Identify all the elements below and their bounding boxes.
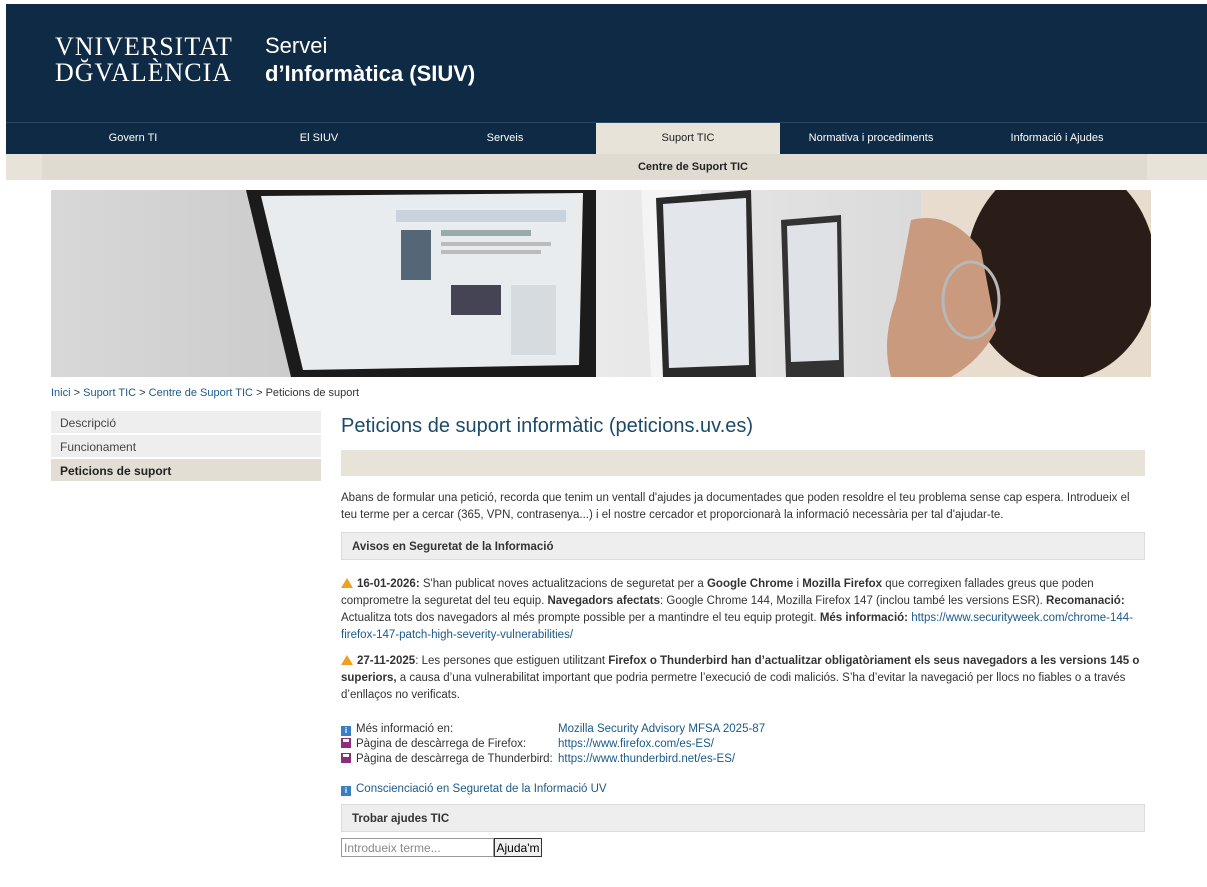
help-search-form: Ajuda'm (341, 838, 1145, 857)
link-row: Pàgina de descàrrega de Firefox: https:/… (341, 737, 1145, 752)
sidebar-item-descripcio[interactable]: Descripció (51, 411, 321, 435)
intro-text: Abans de formular una petició, recorda q… (341, 492, 1130, 521)
find-help-heading: Trobar ajudes TIC (341, 804, 1145, 832)
service-title-line-2: d’Informàtica (SIUV) (265, 61, 476, 86)
nav-item-normativa[interactable]: Normativa i procediments (780, 123, 962, 154)
breadcrumb-link-inici[interactable]: Inici (51, 387, 71, 399)
sidebar-item-funcionament[interactable]: Funcionament (51, 435, 321, 459)
breadcrumb-current: Peticions de suport (265, 387, 360, 399)
notice-bold: Més informació: (819, 612, 908, 624)
warning-icon (341, 655, 353, 665)
notice-text: : Google Chrome 144, Mozilla Firefox 147… (659, 595, 1047, 607)
service-title-line-1: Servei (265, 33, 328, 58)
notice-text: S'han publicat noves actualitzacions de … (419, 578, 707, 590)
nav-item-informacio-ajudes[interactable]: Informació i Ajudes (962, 123, 1152, 154)
notice-text: Actualitza tots dos navegadors al més pr… (341, 612, 820, 624)
header-banner-image (51, 190, 1151, 377)
mozilla-advisory-link[interactable]: Mozilla Security Advisory MFSA 2025-87 (558, 722, 765, 737)
link-label-text: Pàgina de descàrrega de Thunderbird: (356, 753, 553, 765)
security-notices-heading: Avisos en Seguretat de la Informació (341, 532, 1145, 560)
save-icon (341, 738, 351, 748)
breadcrumb-separator: > (136, 387, 149, 399)
resource-links: i Més informació en: Mozilla Security Adv… (341, 722, 1145, 767)
notice-2-date: 27-11-2025 (357, 655, 416, 667)
nav-item-el-siuv[interactable]: El SIUV (224, 123, 414, 154)
breadcrumb: Inici > Suport TIC > Centre de Suport TI… (51, 387, 359, 399)
banner-illustration (51, 190, 1151, 377)
university-logo[interactable]: VNIVERSITAT DĞVALÈNCIA (55, 34, 233, 86)
nav-item-serveis[interactable]: Serveis (414, 123, 596, 154)
notice-text: : Les persones que estiguen utilitzant (415, 655, 609, 667)
notice-text: i (793, 578, 803, 590)
help-search-button[interactable]: Ajuda'm (494, 838, 542, 857)
site-header: VNIVERSITAT DĞVALÈNCIA Servei d’Informàt… (6, 4, 1207, 122)
info-icon: i (341, 726, 351, 736)
breadcrumb-separator: > (70, 387, 84, 399)
notice-text: a causa d’una vulnerabilitat important q… (341, 672, 1126, 701)
notice-1-date: 16-01-2026: (357, 578, 420, 590)
logo-line-2: DĞVALÈNCIA (55, 58, 233, 87)
subnav-item-centre-suport[interactable]: Centre de Suport TIC (602, 154, 784, 180)
breadcrumb-link-centre-suport[interactable]: Centre de Suport TIC (149, 387, 253, 399)
breadcrumb-link-suport-tic[interactable]: Suport TIC (83, 387, 136, 399)
sub-nav: Centre de Suport TIC (6, 154, 1207, 180)
breadcrumb-separator: > (253, 387, 266, 399)
sidebar-menu: Descripció Funcionament Peticions de sup… (51, 411, 321, 483)
title-bar (341, 450, 1145, 476)
nav-item-govern-ti[interactable]: Govern TI (42, 123, 224, 154)
notice-bold: Navegadors afectats (547, 595, 660, 607)
notice-bold: Recomanació: (1046, 595, 1125, 607)
awareness-link[interactable]: Conscienciació en Seguretat de la Inform… (356, 783, 607, 795)
warning-icon (341, 578, 353, 588)
link-label: Pàgina de descàrrega de Thunderbird: (341, 752, 558, 767)
main-nav: Govern TI El SIUV Serveis Suport TIC Nor… (6, 122, 1207, 154)
firefox-download-link[interactable]: https://www.firefox.com/es-ES/ (558, 737, 714, 752)
awareness-row: i Conscienciació en Seguretat de la Infor… (341, 783, 1145, 796)
sub-nav-band (42, 154, 1147, 180)
nav-item-suport-tic[interactable]: Suport TIC (596, 123, 780, 154)
security-notice-1: 16-01-2026: S'han publicat noves actuali… (341, 576, 1145, 644)
info-icon: i (341, 786, 351, 796)
main-content: Peticions de suport informàtic (peticion… (341, 412, 1145, 857)
security-notice-2: 27-11-2025: Les persones que estiguen ut… (341, 653, 1145, 704)
link-label: Pàgina de descàrrega de Firefox: (341, 737, 558, 752)
logo-line-1: VNIVERSITAT (55, 32, 233, 61)
page-title: Peticions de suport informàtic (peticion… (341, 415, 754, 437)
help-search-input[interactable] (341, 838, 494, 857)
link-row: i Més informació en: Mozilla Security Adv… (341, 722, 1145, 737)
sidebar-item-peticions[interactable]: Peticions de suport (51, 459, 321, 483)
link-row: Pàgina de descàrrega de Thunderbird: htt… (341, 752, 1145, 767)
link-label-text: Pàgina de descàrrega de Firefox: (356, 738, 527, 750)
service-title[interactable]: Servei d’Informàtica (SIUV) (265, 32, 475, 88)
thunderbird-download-link[interactable]: https://www.thunderbird.net/es-ES/ (558, 752, 735, 767)
link-label: i Més informació en: (341, 722, 558, 737)
notice-bold: Google Chrome (706, 578, 794, 590)
save-icon (341, 753, 351, 763)
link-label-text: Més informació en: (356, 723, 454, 735)
notice-bold: Mozilla Firefox (802, 578, 883, 590)
